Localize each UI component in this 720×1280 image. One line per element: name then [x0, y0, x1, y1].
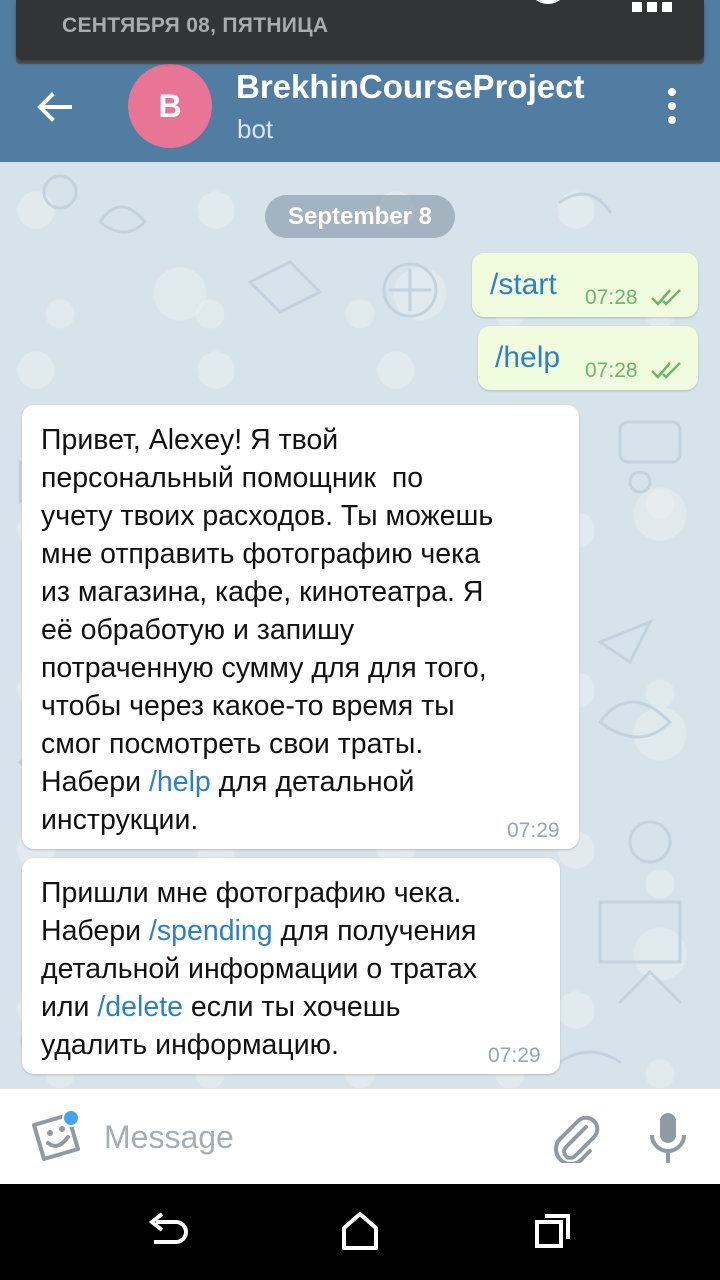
- message-line: персональный помощник по: [41, 462, 424, 494]
- notification-date: СЕНТЯБРЯ 08, ПЯТНИЦА: [62, 14, 329, 37]
- message-text: /start: [490, 268, 557, 301]
- nav-back-icon[interactable]: [146, 1212, 190, 1252]
- message-time: 07:28: [585, 359, 638, 382]
- outgoing-message[interactable]: /help 07:28: [478, 326, 698, 390]
- message-line: её обработую и запишу: [41, 614, 355, 646]
- notification-dot: [62, 1109, 80, 1127]
- avatar-letter: B: [158, 87, 182, 124]
- text-segment: Набери: [41, 915, 149, 947]
- system-navigation-bar: [0, 1184, 720, 1280]
- text-segment: если ты хочешь: [182, 991, 401, 1023]
- arrow-left-icon[interactable]: [30, 84, 80, 130]
- message-line: Набери /help для детальной: [41, 763, 493, 801]
- paperclip-icon[interactable]: [550, 1113, 600, 1163]
- settings-toggle-icon[interactable]: [526, 0, 570, 16]
- grid-dots-icon[interactable]: [630, 0, 674, 16]
- message-line: инструкции.: [41, 804, 199, 836]
- incoming-message[interactable]: Пришли мне фотографию чека. Набери /spen…: [22, 858, 560, 1074]
- message-input[interactable]: [104, 1113, 524, 1161]
- message-composer: [0, 1088, 720, 1184]
- nav-home-icon[interactable]: [340, 1210, 380, 1252]
- vertical-dots-icon[interactable]: [656, 84, 688, 128]
- message-line: детальной информации о тратах: [41, 953, 478, 985]
- date-separator: September 8: [265, 195, 455, 238]
- message-line: Набери /spending для получения: [41, 912, 477, 950]
- message-text: /help: [495, 341, 561, 374]
- message-line: смог посмотреть свои траты.: [41, 728, 424, 760]
- message-line: или /delete если ты хочешь: [41, 988, 477, 1026]
- notification-shade[interactable]: СЕНТЯБРЯ 08, ПЯТНИЦА: [16, 0, 704, 60]
- microphone-icon[interactable]: [646, 1111, 690, 1165]
- text-segment: для получения: [272, 915, 477, 947]
- text-segment: для детальной: [210, 766, 415, 798]
- message-text: Привет, Alexey! Я твой персональный помо…: [41, 421, 493, 839]
- help-command-link[interactable]: /help: [149, 766, 211, 798]
- spending-command-link[interactable]: /spending: [149, 915, 273, 947]
- message-line: учету твоих расходов. Ты можешь: [41, 500, 494, 532]
- double-check-icon: [651, 362, 681, 379]
- double-check-icon: [651, 289, 681, 306]
- text-segment: или: [41, 991, 98, 1023]
- avatar[interactable]: B: [128, 64, 212, 148]
- message-text: Пришли мне фотографию чека. Набери /spen…: [41, 874, 477, 1064]
- delete-command-link[interactable]: /delete: [97, 991, 183, 1023]
- incoming-message[interactable]: Привет, Alexey! Я твой персональный помо…: [22, 405, 579, 849]
- message-time: 07:29: [488, 1044, 541, 1067]
- message-time: 07:29: [507, 819, 560, 842]
- message-line: удалить информацию.: [41, 1029, 339, 1061]
- message-line: мне отправить фотографию чека: [41, 538, 481, 570]
- message-line: Пришли мне фотографию чека.: [41, 877, 462, 909]
- message-time: 07:28: [585, 286, 638, 309]
- outgoing-message[interactable]: /start 07:28: [472, 253, 698, 317]
- chat-subtitle: bot: [237, 114, 274, 144]
- nav-recents-icon[interactable]: [534, 1212, 572, 1250]
- message-line: из магазина, кафе, кинотеатра. Я: [41, 576, 484, 608]
- message-line: чтобы через какое-то время ты: [41, 690, 455, 722]
- message-line: потраченную сумму для для того,: [41, 652, 487, 684]
- chat-title[interactable]: BrekhinCourseProject: [236, 68, 584, 106]
- text-segment: Набери: [41, 766, 149, 798]
- message-line: Привет, Alexey! Я твой: [41, 424, 339, 456]
